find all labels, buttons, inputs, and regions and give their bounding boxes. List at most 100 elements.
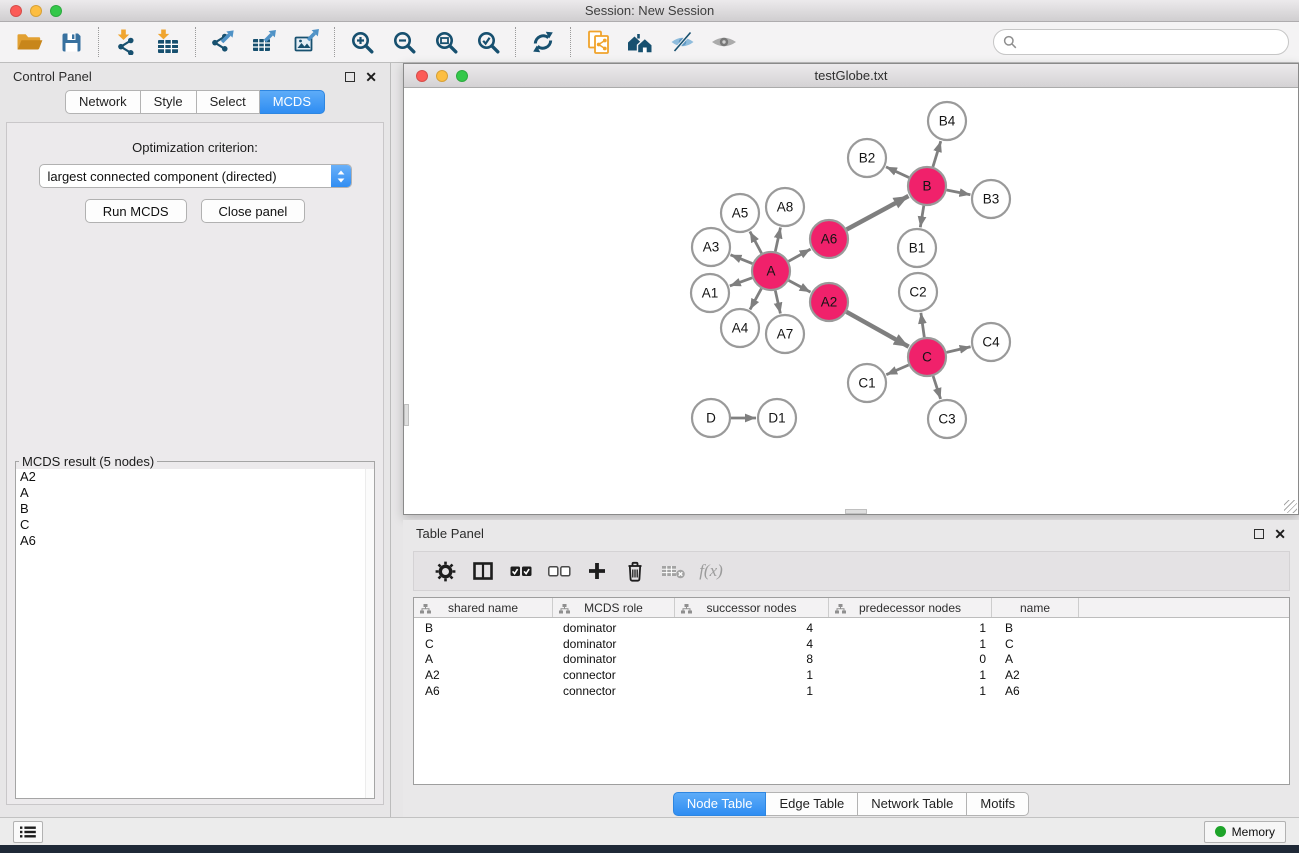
zoom-selected-button[interactable] — [467, 24, 509, 60]
close-panel-icon[interactable]: ✕ — [1274, 529, 1286, 539]
graph-edge-C-C1[interactable] — [886, 365, 908, 375]
graph-edge-A2-C[interactable] — [846, 312, 908, 347]
zoom-out-button[interactable] — [383, 24, 425, 60]
table-row[interactable]: Adominator80A — [414, 652, 1289, 668]
list-icon — [20, 826, 36, 838]
deselect-all-button[interactable] — [540, 551, 578, 591]
column-header-successor-nodes[interactable]: successor nodes — [675, 598, 829, 617]
graph-edge-A-A5[interactable] — [750, 232, 762, 254]
tab-node-table[interactable]: Node Table — [673, 792, 767, 816]
show-all-button[interactable] — [703, 24, 745, 60]
table-cell: connector — [553, 684, 675, 698]
table-cell: 1 — [675, 684, 829, 698]
criterion-dropdown[interactable]: largest connected component (directed) — [39, 164, 352, 188]
network-minimize-button[interactable] — [436, 70, 448, 82]
minimize-window-button[interactable] — [30, 5, 42, 17]
tab-network-table[interactable]: Network Table — [858, 792, 967, 816]
graph-edge-A-A7[interactable] — [775, 291, 780, 314]
import-network-button[interactable] — [105, 24, 147, 60]
search-input[interactable] — [1022, 35, 1279, 50]
table-toolbar: f(x) — [413, 551, 1290, 591]
search-box[interactable] — [993, 29, 1289, 55]
mcds-result-item[interactable]: A — [16, 485, 374, 501]
float-panel-icon[interactable] — [345, 72, 355, 82]
resize-grip[interactable] — [1284, 500, 1297, 513]
column-header-filler — [1079, 598, 1289, 617]
run-mcds-button[interactable]: Run MCDS — [85, 199, 187, 223]
zoom-in-button[interactable] — [341, 24, 383, 60]
graph-edge-A-A4[interactable] — [750, 289, 761, 310]
delete-columns-button[interactable] — [616, 551, 654, 591]
graph-edge-A-A1[interactable] — [730, 278, 752, 286]
float-panel-icon[interactable] — [1254, 529, 1264, 539]
close-panel-button[interactable]: Close panel — [201, 199, 306, 223]
window-titlebar[interactable]: Session: New Session — [0, 0, 1299, 22]
splitter-handle[interactable] — [845, 509, 867, 514]
status-bar: Memory — [0, 817, 1299, 845]
close-panel-icon[interactable]: ✕ — [365, 72, 377, 82]
zoom-window-button[interactable] — [50, 5, 62, 17]
graph-edge-A-A8[interactable] — [775, 228, 780, 252]
zoom-fit-button[interactable] — [425, 24, 467, 60]
function-builder-button[interactable]: f(x) — [692, 551, 730, 591]
task-history-button[interactable] — [13, 821, 43, 843]
export-image-button[interactable] — [286, 24, 328, 60]
network-graph[interactable]: B4B2BB3A5A8A6B1A3AA1C2A2A4A7C4CC1C3DD1 — [404, 89, 1298, 514]
export-table-button[interactable] — [244, 24, 286, 60]
hide-selected-button[interactable] — [661, 24, 703, 60]
add-column-button[interactable] — [578, 551, 616, 591]
column-header-mcds-role[interactable]: MCDS role — [553, 598, 675, 617]
table-settings-button[interactable] — [426, 551, 464, 591]
network-zoom-button[interactable] — [456, 70, 468, 82]
delete-table-button[interactable] — [654, 551, 692, 591]
node-table: shared nameMCDS rolesuccessor nodesprede… — [413, 597, 1290, 785]
tab-select[interactable]: Select — [197, 90, 260, 114]
tab-mcds[interactable]: MCDS — [260, 90, 325, 114]
graph-edge-C-C4[interactable] — [947, 347, 971, 353]
function-icon: f(x) — [699, 561, 723, 581]
mcds-result-item[interactable]: A2 — [16, 469, 374, 485]
graph-edge-A-A6[interactable] — [789, 249, 811, 261]
table-row[interactable]: A2connector11A2 — [414, 667, 1289, 683]
column-header-name[interactable]: name — [992, 598, 1079, 617]
select-all-button[interactable] — [502, 551, 540, 591]
network-close-button[interactable] — [416, 70, 428, 82]
column-header-predecessor-nodes[interactable]: predecessor nodes — [829, 598, 992, 617]
graph-edge-B-B2[interactable] — [886, 167, 909, 178]
splitter-handle[interactable] — [404, 404, 409, 426]
close-window-button[interactable] — [10, 5, 22, 17]
tab-edge-table[interactable]: Edge Table — [766, 792, 858, 816]
clone-network-button[interactable] — [577, 24, 619, 60]
scrollbar-track[interactable] — [365, 469, 374, 798]
hierarchy-icon — [835, 603, 846, 617]
save-session-button[interactable] — [50, 24, 92, 60]
mcds-result-list[interactable]: A2ABCA6 — [16, 469, 374, 798]
graph-edge-C-C3[interactable] — [933, 376, 941, 399]
graph-edge-A-A2[interactable] — [789, 280, 811, 292]
export-network-button[interactable] — [202, 24, 244, 60]
network-canvas[interactable]: B4B2BB3A5A8A6B1A3AA1C2A2A4A7C4CC1C3DD1 — [404, 89, 1298, 514]
mcds-result-item[interactable]: C — [16, 517, 374, 533]
split-view-button[interactable] — [464, 551, 502, 591]
memory-button[interactable]: Memory — [1204, 821, 1286, 843]
table-row[interactable]: A6connector11A6 — [414, 683, 1289, 699]
tab-motifs[interactable]: Motifs — [967, 792, 1029, 816]
table-row[interactable]: Cdominator41C — [414, 636, 1289, 652]
mcds-result-item[interactable]: B — [16, 501, 374, 517]
network-window-titlebar[interactable]: testGlobe.txt — [404, 64, 1298, 88]
tab-network[interactable]: Network — [65, 90, 141, 114]
tab-style[interactable]: Style — [141, 90, 197, 114]
graph-edge-A6-B[interactable] — [847, 196, 909, 230]
graph-edge-A-A3[interactable] — [731, 255, 753, 264]
column-header-shared-name[interactable]: shared name — [414, 598, 553, 617]
graph-edge-B-B1[interactable] — [920, 206, 924, 228]
table-row[interactable]: Bdominator41B — [414, 620, 1289, 636]
graph-edge-C-C2[interactable] — [921, 313, 924, 337]
import-table-button[interactable] — [147, 24, 189, 60]
graph-edge-B-B4[interactable] — [933, 141, 941, 167]
refresh-layout-button[interactable] — [522, 24, 564, 60]
first-neighbors-button[interactable] — [619, 24, 661, 60]
graph-edge-B-B3[interactable] — [947, 190, 971, 195]
mcds-result-item[interactable]: A6 — [16, 533, 374, 549]
open-session-button[interactable] — [8, 24, 50, 60]
